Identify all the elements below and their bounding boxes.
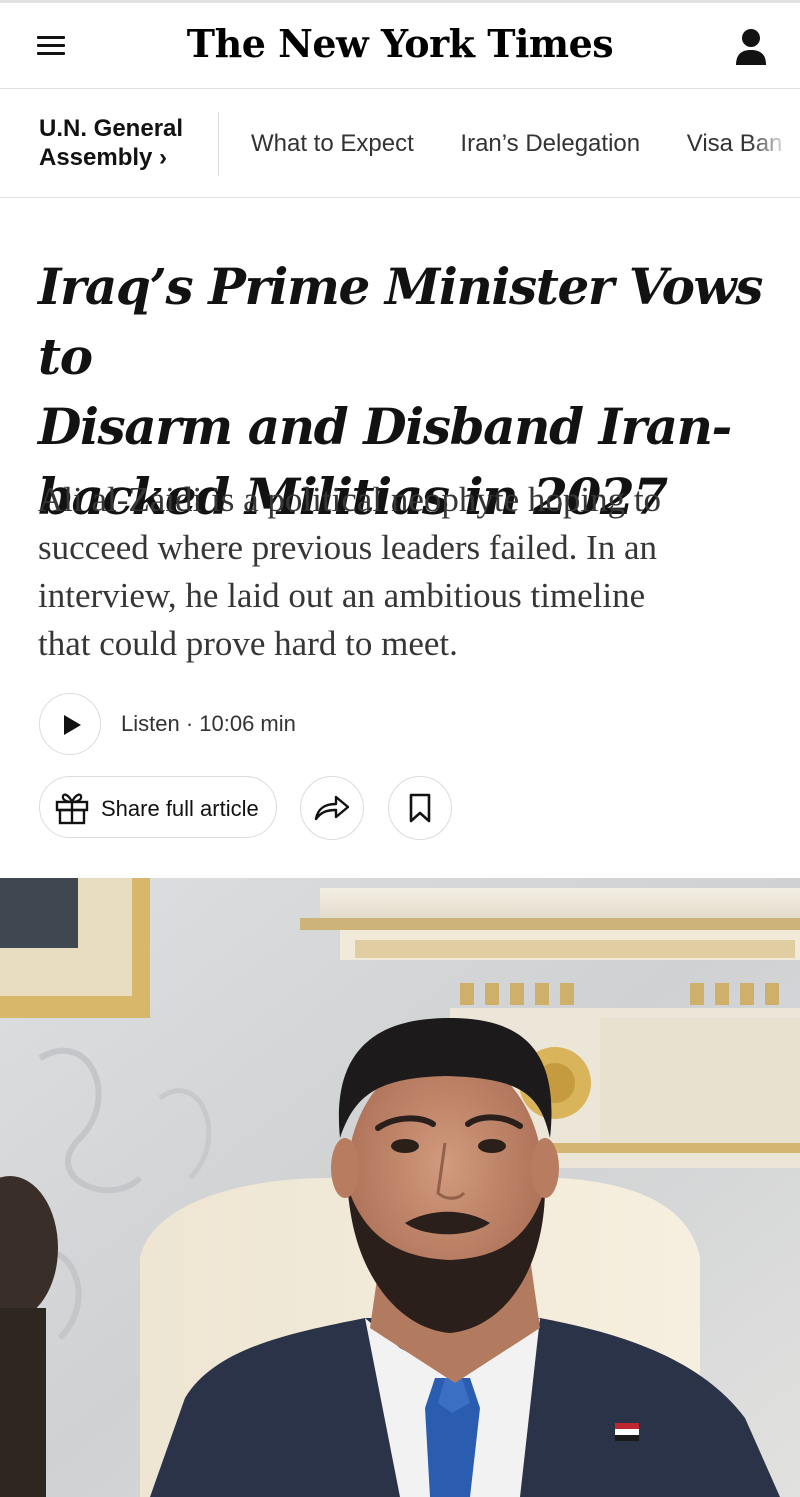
nyt-logo[interactable]: The New York Times xyxy=(0,21,800,66)
summary-line: succeed where previous leaders failed. I… xyxy=(38,528,658,567)
headline-line: Disarm and Disband Iran- xyxy=(38,397,732,456)
section-name-link[interactable]: U.N. General Assembly › xyxy=(39,114,183,172)
listen-duration-label: Listen · 10:06 min xyxy=(121,711,296,736)
section-nav-links: What to Expect Iran’s Delegation Visa Ba… xyxy=(251,130,800,158)
listen-play-button[interactable] xyxy=(39,693,101,755)
share-button[interactable] xyxy=(300,776,364,840)
gift-icon xyxy=(55,793,89,825)
share-arrow-icon xyxy=(314,795,350,821)
section-nav: U.N. General Assembly › What to Expect I… xyxy=(0,90,800,198)
share-button-label: Share full article xyxy=(101,796,259,821)
share-full-article-button[interactable]: Share full article xyxy=(39,776,277,838)
section-name-line2: Assembly › xyxy=(39,144,168,171)
nav-divider xyxy=(218,112,219,176)
summary-line: Ali al-Zaidi is a political neophyte hop… xyxy=(38,480,662,519)
nav-link-what-to-expect[interactable]: What to Expect xyxy=(251,130,414,158)
article-lead-photo[interactable] xyxy=(0,878,800,1497)
save-article-button[interactable] xyxy=(388,776,452,840)
play-icon xyxy=(64,715,81,735)
bookmark-icon xyxy=(409,793,431,823)
summary-line: interview, he laid out an ambitious time… xyxy=(38,576,646,615)
headline-line: Iraq’s Prime Minister Vows to xyxy=(38,257,763,386)
summary-line: that could prove hard to meet. xyxy=(38,624,458,663)
section-name-line1: U.N. General xyxy=(39,115,184,142)
article-summary: Ali al-Zaidi is a political neophyte hop… xyxy=(38,476,773,668)
masthead: The New York Times xyxy=(0,3,800,89)
nav-link-irans-delegation[interactable]: Iran’s Delegation xyxy=(460,130,640,158)
nav-scroll-fade xyxy=(750,90,800,197)
user-account-icon[interactable] xyxy=(734,27,768,67)
